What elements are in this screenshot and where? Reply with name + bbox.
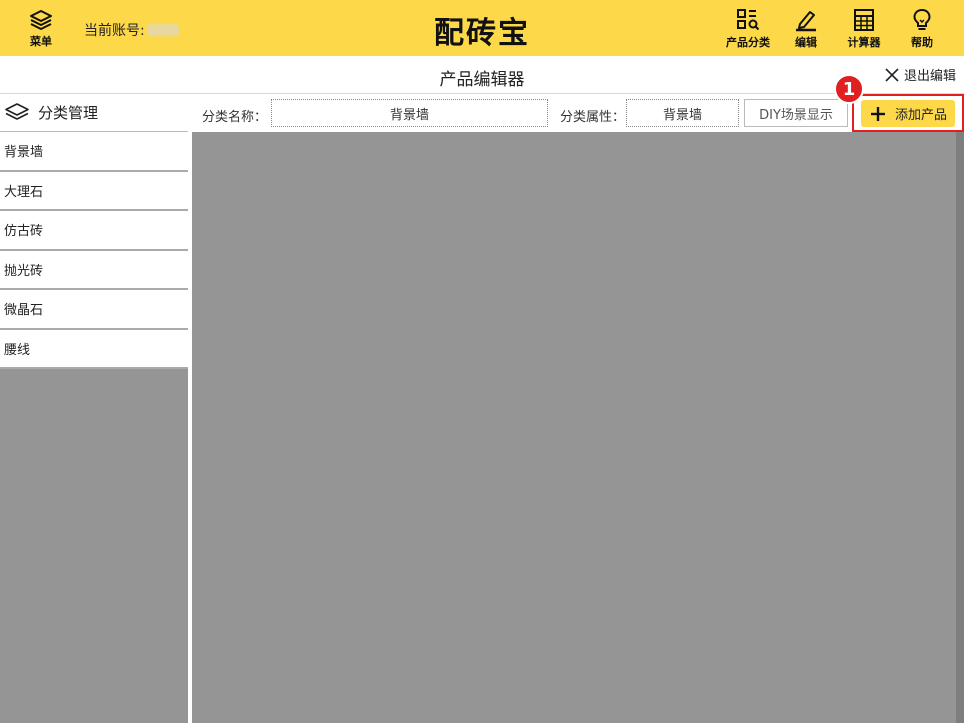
- exit-edit-button[interactable]: 退出编辑: [884, 65, 956, 84]
- sidebar-item-antique-tile[interactable]: 仿古砖: [0, 211, 188, 251]
- exit-edit-label: 退出编辑: [903, 69, 956, 84]
- layers-icon: [5, 102, 29, 120]
- category-name-label: 分类名称：: [202, 110, 268, 125]
- help-button[interactable]: 帮助: [896, 8, 948, 50]
- sidebar-item-polished-tile[interactable]: 抛光砖: [0, 250, 188, 290]
- product-panel: 分类名称： 背景墙 分类属性： 背景墙 DIY场景显示 添加产品: [192, 94, 964, 723]
- sidebar-item-marble[interactable]: 大理石: [0, 171, 188, 211]
- sidebar-item-waistline[interactable]: 腰线: [0, 329, 188, 369]
- plus-icon: [870, 106, 885, 121]
- category-management-label: 分类管理: [38, 104, 99, 122]
- edit-button[interactable]: 编辑: [780, 8, 832, 50]
- scrollbar[interactable]: [956, 132, 964, 723]
- sidebar-item-background-wall[interactable]: 背景墙: [0, 132, 188, 172]
- calculator-button[interactable]: 计算器: [838, 8, 890, 50]
- step-badge: 1: [834, 74, 864, 104]
- category-name-input[interactable]: 背景墙: [271, 99, 548, 127]
- top-header: 菜单 当前账号: 配砖宝 产品分类 编辑 计算器 帮助: [0, 0, 964, 56]
- diy-scene-display-button[interactable]: DIY场景显示: [744, 99, 848, 127]
- close-icon: [885, 67, 899, 82]
- calculator-icon: [854, 9, 874, 31]
- title-row: 产品编辑器 退出编辑: [0, 56, 964, 94]
- pencil-icon: [796, 11, 816, 32]
- header-tools: 产品分类 编辑 计算器 帮助: [722, 8, 948, 50]
- product-category-button[interactable]: 产品分类: [722, 8, 774, 50]
- edit-label: 编辑: [795, 36, 817, 49]
- product-category-label: 产品分类: [726, 36, 770, 49]
- sidebar-item-crystal-stone[interactable]: 微晶石: [0, 290, 188, 330]
- add-product-label: 添加产品: [894, 108, 947, 123]
- lightbulb-icon: [913, 8, 931, 30]
- calculator-label: 计算器: [847, 36, 881, 49]
- category-attribute-input[interactable]: 背景墙: [626, 99, 739, 127]
- add-product-button[interactable]: 添加产品: [861, 100, 955, 127]
- help-label: 帮助: [911, 36, 933, 49]
- category-sidebar: 分类管理 背景墙 大理石 仿古砖 抛光砖 微晶石 腰线: [0, 94, 188, 723]
- page-title: 产品编辑器: [439, 70, 525, 90]
- category-search-icon: [737, 9, 760, 31]
- category-management-header: 分类管理: [0, 94, 188, 132]
- category-attribute-label: 分类属性：: [560, 110, 626, 125]
